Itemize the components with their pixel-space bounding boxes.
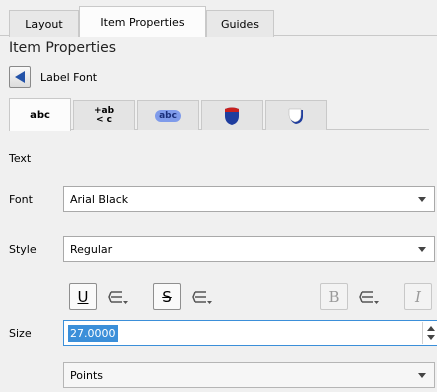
data-defined-override-icon — [108, 291, 128, 304]
back-button[interactable] — [9, 66, 31, 88]
tab-formatting[interactable]: +ab < c — [73, 100, 135, 130]
chevron-down-icon — [418, 247, 426, 252]
formatting-icon-bottom: < c — [95, 114, 112, 125]
font-label: Font — [9, 193, 33, 206]
shield-icon — [225, 107, 239, 125]
strikethrough-icon: S — [162, 287, 172, 306]
subpanel-title: Label Font — [40, 71, 98, 84]
tab-guides[interactable]: Guides — [206, 10, 274, 37]
tab-layout[interactable]: Layout — [9, 10, 79, 37]
tab-item-properties[interactable]: Item Properties — [79, 6, 206, 37]
chevron-down-icon — [418, 197, 426, 202]
tab-item-properties-label: Item Properties — [100, 15, 185, 29]
panel-tab-bar: Layout Item Properties Guides — [0, 0, 437, 37]
size-unit-combobox[interactable]: Points — [63, 362, 435, 388]
italic-icon: I — [415, 287, 421, 306]
data-defined-override-icon — [192, 291, 212, 304]
page-title: Item Properties — [9, 40, 117, 56]
label-settings-tab-bar: abc +ab < c abc — [9, 98, 429, 131]
font-combobox[interactable]: Arial Black — [63, 186, 435, 212]
size-unit-value: Points — [70, 368, 104, 382]
strikethrough-button[interactable]: S — [153, 283, 181, 310]
style-combobox[interactable]: Regular — [63, 236, 435, 262]
spin-buttons[interactable] — [422, 322, 437, 344]
tab-guides-label: Guides — [220, 17, 260, 31]
style-value: Regular — [70, 242, 113, 256]
bold-button[interactable]: B — [320, 283, 348, 310]
bold-data-defined-button[interactable] — [357, 286, 381, 308]
tab-background[interactable] — [201, 100, 263, 130]
size-spinbox[interactable]: 27.0000 — [63, 320, 437, 346]
chevron-down-icon — [418, 373, 426, 378]
text-tab-icon: abc — [30, 109, 50, 121]
spin-up-icon[interactable] — [427, 326, 435, 331]
tab-buffer[interactable]: abc — [137, 100, 199, 130]
size-value: 27.0000 — [68, 325, 118, 342]
buffer-tab-icon: abc — [155, 109, 181, 122]
tab-shadow[interactable] — [265, 100, 327, 130]
bold-icon: B — [328, 287, 340, 306]
size-label: Size — [9, 327, 32, 340]
text-section-heading: Text — [9, 152, 32, 165]
back-arrow-icon — [15, 71, 25, 83]
underline-data-defined-button[interactable] — [106, 286, 130, 308]
underline-button[interactable]: U — [69, 283, 97, 310]
strikethrough-data-defined-button[interactable] — [190, 286, 214, 308]
font-value: Arial Black — [70, 192, 129, 206]
italic-button[interactable]: I — [404, 283, 432, 310]
tab-text[interactable]: abc — [9, 98, 71, 131]
formatting-tab-icon: +ab < c — [94, 106, 114, 125]
data-defined-override-icon — [359, 291, 379, 304]
spin-down-icon[interactable] — [427, 335, 435, 340]
underline-icon: U — [77, 287, 89, 306]
shadow-icon — [288, 108, 303, 124]
tab-layout-label: Layout — [25, 17, 63, 31]
style-label: Style — [9, 243, 37, 256]
